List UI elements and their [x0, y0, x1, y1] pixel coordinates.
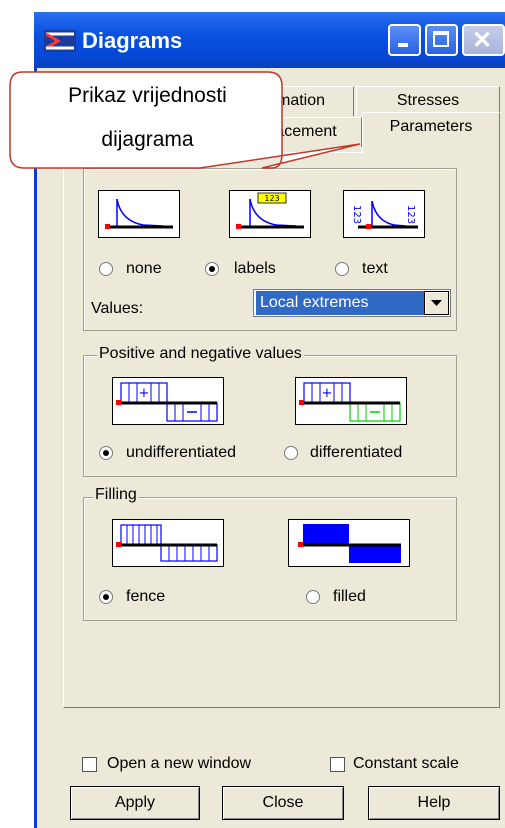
radio-filled[interactable]: [306, 590, 320, 604]
tab-parameters[interactable]: Parameters: [362, 112, 500, 154]
open-new-window-label: Open a new window: [107, 755, 252, 772]
values-selected-text: Local extremes: [256, 291, 424, 315]
radio-undifferentiated-label: undifferentiated: [126, 444, 237, 461]
filling-group-title: Filling: [93, 486, 139, 504]
values-dropdown[interactable]: Local extremes: [253, 289, 451, 317]
apply-button[interactable]: Apply: [70, 786, 200, 820]
close-x-icon: ✕: [472, 27, 493, 54]
undifferentiated-diagram-icon: +: [112, 377, 224, 425]
radio-fence[interactable]: [99, 590, 113, 604]
differentiated-diagram-icon: +: [295, 377, 407, 425]
radio-none-label: none: [126, 260, 162, 277]
minimize-button[interactable]: [388, 24, 421, 56]
values-label: Values:: [91, 300, 144, 317]
constant-scale-checkbox[interactable]: [330, 757, 345, 772]
diagram-app-icon: [44, 30, 76, 52]
svg-text:+: +: [322, 386, 333, 401]
no-labels-diagram-icon: [98, 190, 180, 238]
radio-text[interactable]: [335, 262, 349, 276]
radio-undifferentiated[interactable]: [99, 446, 113, 460]
window-title: Diagrams: [82, 28, 183, 53]
maximize-button[interactable]: [425, 24, 458, 56]
labels-diagram-icon: 123: [229, 190, 311, 238]
radio-differentiated[interactable]: [284, 446, 298, 460]
solid-fill-icon: [288, 519, 410, 567]
callout-bubble: [9, 71, 360, 169]
callout-line-1: Prikaz vrijednosti: [68, 84, 227, 107]
chevron-down-icon[interactable]: [424, 291, 449, 315]
radio-differentiated-label: differentiated: [310, 444, 403, 461]
svg-text:+: +: [139, 386, 150, 401]
vertical-value-text: 123: [405, 205, 416, 224]
tab-label: Stresses: [396, 92, 460, 109]
text-diagram-icon: 123 123: [343, 190, 425, 238]
help-button[interactable]: Help: [368, 786, 500, 820]
close-window-button[interactable]: ✕: [462, 24, 505, 56]
radio-filled-label: filled: [333, 588, 366, 605]
radio-text-label: text: [362, 260, 388, 277]
value-label-text: 123: [264, 194, 279, 203]
radio-labels-label: labels: [234, 260, 276, 277]
radio-labels[interactable]: [205, 262, 219, 276]
constant-scale-label: Constant scale: [353, 755, 459, 772]
close-button[interactable]: Close: [222, 786, 344, 820]
radio-fence-label: fence: [126, 588, 166, 605]
vertical-value-text: 123: [351, 205, 362, 224]
radio-none[interactable]: [99, 262, 113, 276]
open-new-window-checkbox[interactable]: [82, 757, 97, 772]
fence-fill-icon: [112, 519, 224, 567]
callout-line-2: dijagrama: [101, 128, 194, 151]
posneg-group-title: Positive and negative values: [97, 345, 304, 363]
tab-label: Parameters: [389, 118, 473, 135]
